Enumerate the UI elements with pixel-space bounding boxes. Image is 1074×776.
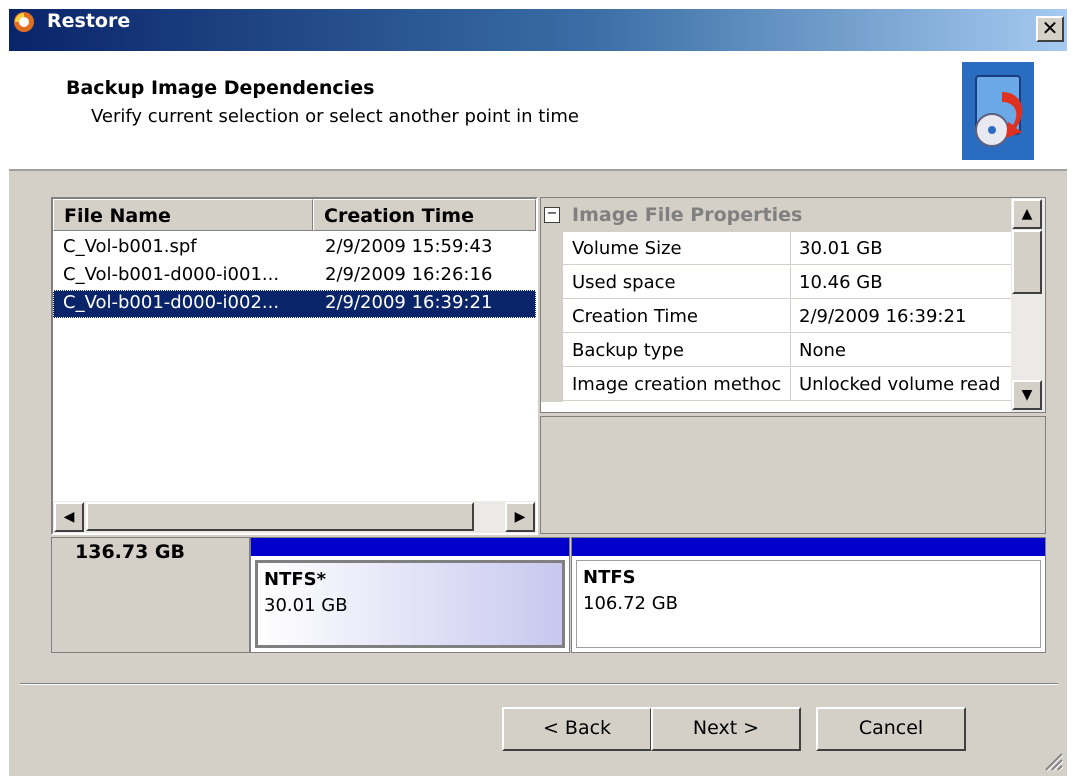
partition-filesystem: NTFS <box>583 567 636 588</box>
partition[interactable]: NTFS 106.72 GB <box>571 537 1046 653</box>
file-name: C_Vol-b001-d000-i001... <box>63 264 280 285</box>
restore-wizard-icon <box>962 62 1034 160</box>
list-row-selected[interactable]: C_Vol-b001-d000-i002... 2/9/2009 16:39:2… <box>53 290 536 318</box>
partition-bar <box>251 538 569 557</box>
scroll-left-button[interactable]: ◀ <box>54 502 84 532</box>
window-title: Restore <box>47 10 131 32</box>
property-description-pane <box>540 416 1046 534</box>
disk-size: 136.73 GB <box>75 541 186 563</box>
property-category-label: Image File Properties <box>572 204 803 226</box>
property-row[interactable]: Used space 10.46 GB <box>541 266 1011 300</box>
creation-time: 2/9/2009 16:26:16 <box>325 264 493 285</box>
arrow-up-icon: ▲ <box>1021 206 1033 222</box>
next-button[interactable]: Next > <box>651 707 801 751</box>
footer-divider <box>20 683 1058 685</box>
arrow-left-icon: ◀ <box>63 509 75 525</box>
partition-size: 30.01 GB <box>264 595 348 616</box>
scroll-right-button[interactable]: ▶ <box>505 502 535 532</box>
list-row[interactable]: C_Vol-b001.spf 2/9/2009 15:59:43 <box>53 234 536 262</box>
property-row[interactable]: Volume Size 30.01 GB <box>541 232 1011 266</box>
column-header-creation-time[interactable]: Creation Time <box>313 199 536 231</box>
property-name: Used space <box>563 266 791 299</box>
property-row[interactable]: Image creation methoc Unlocked volume re… <box>541 368 1011 402</box>
scroll-up-button[interactable]: ▲ <box>1012 199 1042 229</box>
title-bar <box>9 9 1067 51</box>
partition-bar <box>572 538 1045 557</box>
property-value: 10.46 GB <box>791 266 1011 299</box>
file-name: C_Vol-b001.spf <box>63 236 197 257</box>
horizontal-scroll-thumb[interactable] <box>86 502 474 531</box>
partition-body: NTFS* 30.01 GB <box>255 560 565 648</box>
scroll-down-button[interactable]: ▼ <box>1012 380 1042 410</box>
creation-time: 2/9/2009 15:59:43 <box>325 236 493 257</box>
back-button[interactable]: < Back <box>502 707 652 751</box>
list-row[interactable]: C_Vol-b001-d000-i001... 2/9/2009 16:26:1… <box>53 262 536 290</box>
column-header-file-name[interactable]: File Name <box>53 199 313 231</box>
partition-size: 106.72 GB <box>583 593 679 614</box>
collapse-icon[interactable]: − <box>544 207 560 223</box>
resize-grip-icon[interactable] <box>1040 748 1064 772</box>
arrow-down-icon: ▼ <box>1021 387 1033 403</box>
vertical-scroll-thumb[interactable] <box>1012 230 1042 294</box>
partition-filesystem: NTFS* <box>264 569 327 590</box>
property-value: 30.01 GB <box>791 232 1011 265</box>
page-subtitle: Verify current selection or select anoth… <box>91 106 579 127</box>
app-icon <box>14 12 34 32</box>
file-name: C_Vol-b001-d000-i002... <box>63 292 280 313</box>
property-name: Volume Size <box>563 232 791 265</box>
property-row[interactable]: Creation Time 2/9/2009 16:39:21 <box>541 300 1011 334</box>
arrow-right-icon: ▶ <box>514 509 526 525</box>
close-icon: ✕ <box>1041 16 1059 40</box>
property-name: Creation Time <box>563 300 791 333</box>
property-name: Image creation methoc <box>563 368 791 401</box>
cancel-button[interactable]: Cancel <box>816 707 966 751</box>
page-title: Backup Image Dependencies <box>66 77 375 99</box>
property-value: None <box>791 334 1011 367</box>
close-button[interactable]: ✕ <box>1036 16 1064 42</box>
property-value: 2/9/2009 16:39:21 <box>791 300 1011 333</box>
partition-body: NTFS 106.72 GB <box>576 560 1041 648</box>
creation-time: 2/9/2009 16:39:21 <box>325 292 493 313</box>
property-value: Unlocked volume read <box>791 368 1011 401</box>
property-row[interactable]: Backup type None <box>541 334 1011 368</box>
list-header: File Name Creation Time <box>53 199 536 233</box>
property-name: Backup type <box>563 334 791 367</box>
partition-selected[interactable]: NTFS* 30.01 GB <box>250 537 570 653</box>
